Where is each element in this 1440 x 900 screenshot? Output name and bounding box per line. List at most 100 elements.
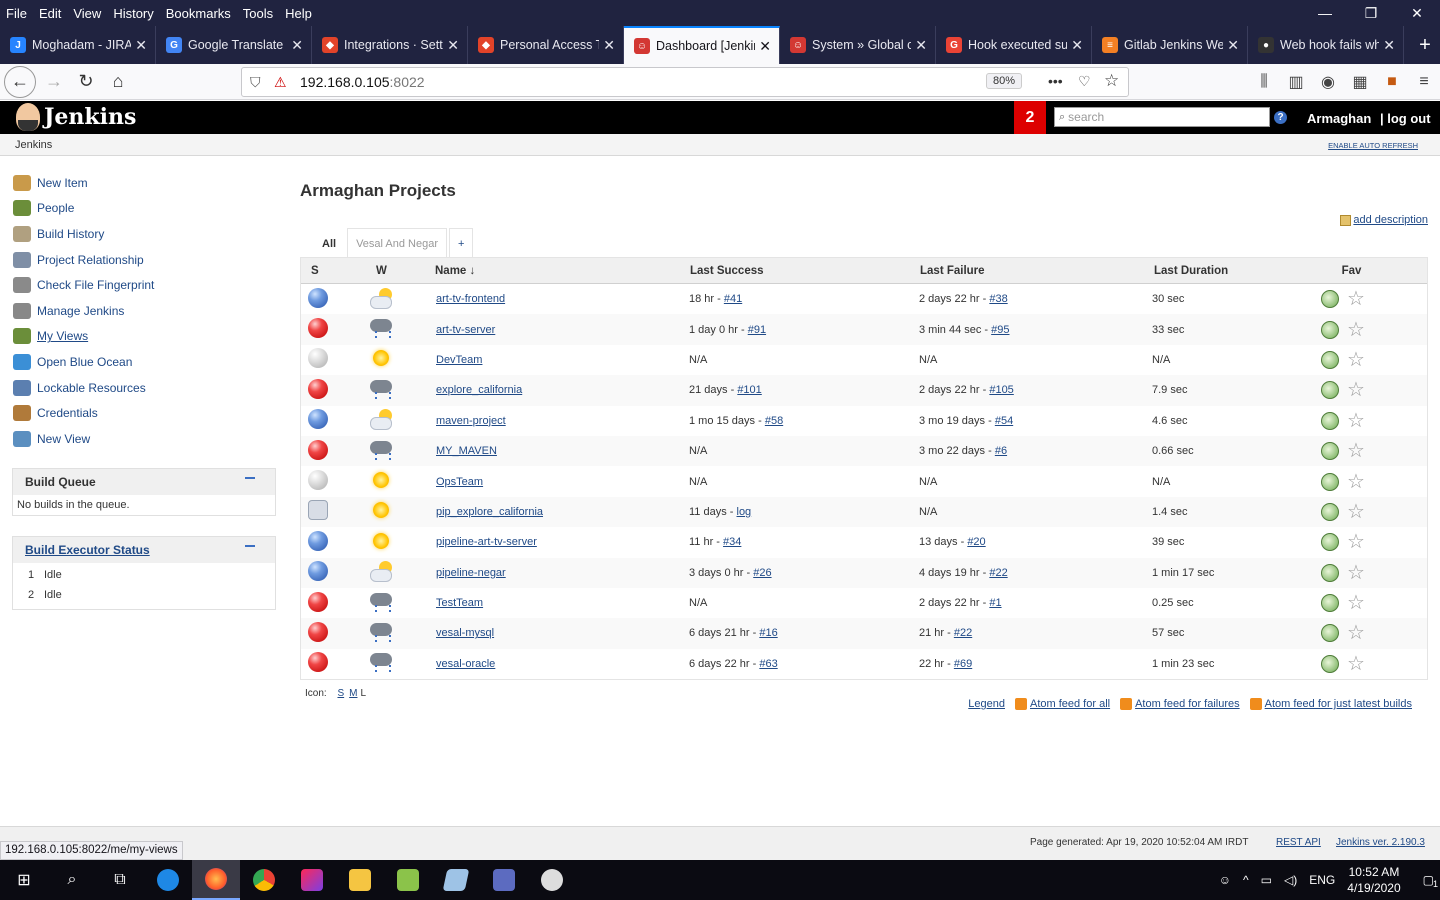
close-tab-icon[interactable]: ✕ — [291, 37, 303, 54]
logout-link[interactable]: | log out — [1380, 111, 1431, 126]
editor-icon[interactable] — [432, 860, 480, 900]
col-weather[interactable]: W — [363, 265, 430, 277]
hamburger-menu-icon[interactable]: ≡ — [1408, 73, 1440, 91]
task-lockable-resources[interactable]: Lockable Resources — [13, 375, 278, 401]
last-success-build-link[interactable]: #58 — [765, 415, 783, 427]
close-tab-icon[interactable]: ✕ — [1383, 37, 1395, 54]
close-tab-icon[interactable]: ✕ — [915, 37, 927, 54]
weather-sun-icon[interactable] — [369, 469, 393, 491]
library-icon[interactable]: ⫼ — [1248, 73, 1280, 91]
favorite-star-icon[interactable]: ☆ — [1347, 532, 1365, 552]
forward-button[interactable]: → — [38, 66, 70, 98]
close-tab-icon[interactable]: ✕ — [759, 38, 771, 55]
last-success-build-link[interactable]: #91 — [748, 324, 766, 336]
last-failure-build-link[interactable]: #6 — [995, 445, 1007, 457]
legend-link[interactable]: Legend — [968, 698, 1005, 710]
last-success-build-link[interactable]: #63 — [759, 658, 777, 670]
job-link[interactable]: pip_explore_california — [436, 506, 543, 518]
status-blue-icon[interactable] — [308, 561, 328, 582]
file-explorer-icon[interactable] — [336, 860, 384, 900]
schedule-build-icon[interactable] — [1321, 381, 1339, 400]
browser-tab[interactable]: ☺ Dashboard [Jenkin ✕ — [624, 26, 780, 64]
chrome-icon[interactable] — [240, 860, 288, 900]
close-tab-icon[interactable]: ✕ — [447, 37, 459, 54]
job-link[interactable]: DevTeam — [436, 354, 482, 366]
job-link[interactable]: MY_MAVEN — [436, 445, 497, 457]
back-button[interactable]: ← — [4, 65, 36, 98]
close-window-icon[interactable]: ✕ — [1394, 0, 1440, 26]
status-blue-icon[interactable] — [308, 409, 328, 430]
last-failure-build-link[interactable]: #69 — [954, 658, 972, 670]
schedule-build-icon[interactable] — [1321, 533, 1339, 552]
task-new-view[interactable]: New View — [13, 426, 278, 452]
volume-icon[interactable]: ◁) — [1284, 873, 1297, 887]
favorite-star-icon[interactable]: ☆ — [1347, 441, 1365, 461]
minimize-icon[interactable]: — — [1302, 0, 1348, 26]
icon-size-s[interactable]: S — [337, 688, 344, 699]
weather-storm-icon[interactable] — [369, 621, 393, 643]
account-icon[interactable]: ◉ — [1312, 72, 1344, 92]
home-button[interactable]: ⌂ — [102, 66, 134, 98]
col-last-success[interactable]: Last Success — [687, 265, 917, 277]
atom-feed-failures-link[interactable]: Atom feed for failures — [1135, 698, 1240, 710]
last-failure-build-link[interactable]: #54 — [995, 415, 1013, 427]
search-icon[interactable]: ⌕ — [48, 860, 96, 900]
url-bar[interactable]: ⛉ ⚠ 192.168.0.105:8022 80% ••• ♡ ☆ — [241, 67, 1129, 97]
favorite-star-icon[interactable]: ☆ — [1347, 593, 1365, 613]
windows-start-icon[interactable]: ⊞ — [0, 860, 48, 900]
pocket-icon[interactable]: ♡ — [1078, 73, 1091, 90]
weather-storm-icon[interactable] — [369, 378, 393, 400]
close-tab-icon[interactable]: ✕ — [1071, 37, 1083, 54]
browser-tab[interactable]: ≡ Gitlab Jenkins Wel ✕ — [1092, 26, 1248, 64]
menu-help[interactable]: Help — [279, 6, 318, 21]
favorite-star-icon[interactable]: ☆ — [1347, 563, 1365, 583]
job-link[interactable]: pipeline-negar — [436, 567, 506, 579]
atom-feed-latest-link[interactable]: Atom feed for just latest builds — [1265, 698, 1412, 710]
shield-icon[interactable]: ⛉ — [250, 74, 266, 91]
schedule-build-icon[interactable] — [1321, 320, 1339, 339]
bookmark-star-icon[interactable]: ☆ — [1104, 71, 1119, 91]
weather-storm-icon[interactable] — [369, 591, 393, 613]
close-tab-icon[interactable]: ✕ — [1227, 37, 1239, 54]
weather-cloudsun-icon[interactable] — [369, 560, 393, 583]
task-build-history[interactable]: Build History — [13, 221, 278, 247]
status-red-icon[interactable] — [308, 621, 328, 642]
menu-view[interactable]: View — [67, 6, 107, 21]
task-my-views[interactable]: My Views — [13, 324, 278, 350]
enable-auto-refresh-link[interactable]: ENABLE AUTO REFRESH — [1328, 141, 1418, 150]
last-success-build-link[interactable]: log — [737, 506, 752, 518]
last-success-build-link[interactable]: #34 — [723, 536, 741, 548]
schedule-build-icon[interactable] — [1321, 472, 1339, 491]
url-text[interactable]: 192.168.0.105:8022 — [300, 74, 425, 90]
menu-edit[interactable]: Edit — [33, 6, 67, 21]
collapse-icon[interactable] — [245, 545, 255, 547]
favorite-star-icon[interactable]: ☆ — [1347, 289, 1365, 309]
browser-tab[interactable]: ◆ Integrations · Setti ✕ — [312, 26, 468, 64]
status-blue-icon[interactable] — [308, 287, 328, 308]
weather-sun-icon[interactable] — [369, 530, 393, 552]
status-red-icon[interactable] — [308, 318, 328, 339]
weather-sun-icon[interactable] — [369, 347, 393, 369]
task-open-blue-ocean[interactable]: Open Blue Ocean — [13, 349, 278, 375]
col-fav[interactable]: Fav — [1316, 265, 1427, 277]
status-red-icon[interactable] — [308, 591, 328, 612]
status-grey-icon[interactable] — [308, 348, 328, 369]
last-failure-build-link[interactable]: #105 — [989, 384, 1013, 396]
schedule-build-icon[interactable] — [1321, 563, 1339, 582]
browser-tab[interactable]: ◆ Personal Access To ✕ — [468, 26, 624, 64]
last-success-build-link[interactable]: #101 — [737, 384, 761, 396]
schedule-build-icon[interactable] — [1321, 290, 1339, 309]
build-executor-title-link[interactable]: Build Executor Status — [25, 543, 150, 557]
browser-tab[interactable]: G Hook executed su ✕ — [936, 26, 1092, 64]
task-manage-jenkins[interactable]: Manage Jenkins — [13, 298, 278, 324]
icon-size-l[interactable]: L — [360, 688, 366, 699]
favorite-star-icon[interactable]: ☆ — [1347, 472, 1365, 492]
jenkins-logo[interactable]: Jenkins — [16, 103, 136, 131]
favorite-star-icon[interactable]: ☆ — [1347, 411, 1365, 431]
status-blue-icon[interactable] — [308, 530, 328, 551]
jenkins-app-icon[interactable] — [528, 860, 576, 900]
notification-badge[interactable]: 2 — [1014, 101, 1046, 134]
view-tab-all[interactable]: All — [313, 228, 346, 258]
new-tab-button[interactable]: + — [1410, 26, 1440, 64]
people-icon[interactable]: ☺ — [1219, 873, 1231, 887]
